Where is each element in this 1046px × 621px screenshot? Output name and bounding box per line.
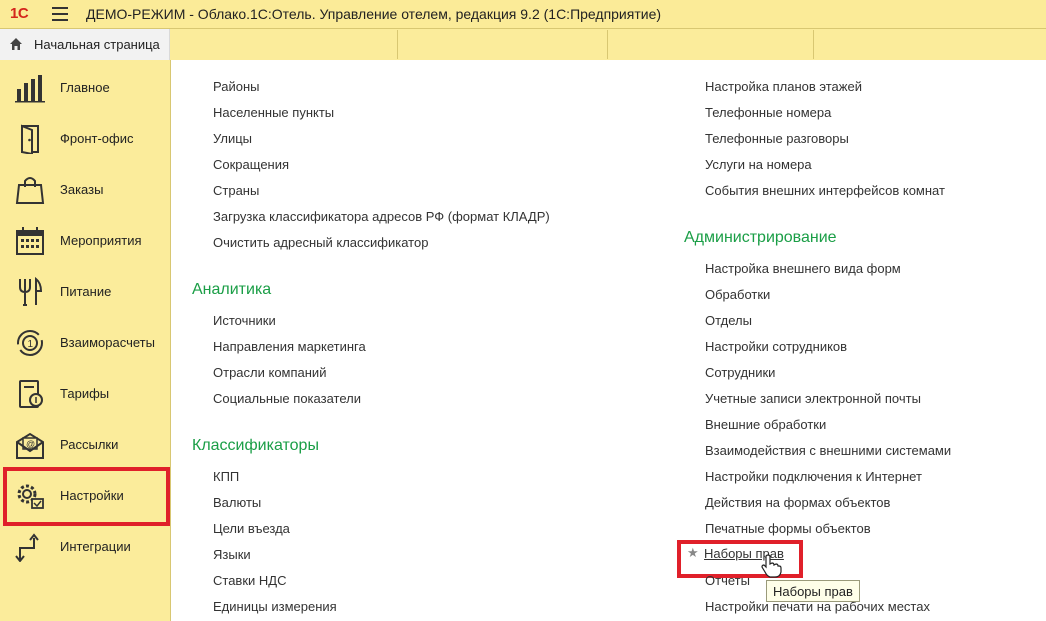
link-object-print-forms[interactable]: Печатные формы объектов <box>705 521 871 536</box>
shopping-bag-icon <box>15 177 45 204</box>
link-units-of-measure[interactable]: Единицы измерения <box>213 599 337 614</box>
sidebar-item-integrations[interactable]: Интеграции <box>0 521 170 572</box>
link-internet-connection[interactable]: Настройки подключения к Интернет <box>705 469 922 484</box>
calendar-icon <box>16 227 44 255</box>
home-icon <box>10 38 22 50</box>
link-clear-address-classifier[interactable]: Очистить адресный классификатор <box>213 235 428 250</box>
tariff-document-icon <box>19 380 43 408</box>
bar-chart-icon <box>15 75 45 103</box>
selected-item-highlight-frame <box>3 467 170 526</box>
link-districts[interactable]: Районы <box>213 79 259 94</box>
sidebar-item-label: Питание <box>60 284 112 299</box>
link-employees[interactable]: Сотрудники <box>705 365 775 380</box>
link-room-interface-events[interactable]: События внешних интерфейсов комнат <box>705 183 945 198</box>
link-languages[interactable]: Языки <box>213 547 251 562</box>
link-kpp[interactable]: КПП <box>213 469 239 484</box>
link-social-indicators[interactable]: Социальные показатели <box>213 391 361 406</box>
tab-divider <box>607 30 608 59</box>
link-departments[interactable]: Отделы <box>705 313 752 328</box>
window-title: ДЕМО-РЕЖИМ - Облако.1С:Отель. Управление… <box>86 6 662 22</box>
svg-text:1: 1 <box>28 339 34 350</box>
link-streets[interactable]: Улицы <box>213 131 252 146</box>
link-settlements[interactable]: Населенные пункты <box>213 105 334 120</box>
sidebar-item-label: Рассылки <box>60 437 119 452</box>
link-company-industries[interactable]: Отрасли компаний <box>213 365 326 380</box>
link-vat-rates[interactable]: Ставки НДС <box>213 573 286 588</box>
sidebar-item-orders[interactable]: Заказы <box>0 164 170 215</box>
sidebar-item-label: Фронт-офис <box>60 131 134 146</box>
sidebar-item-label: Взаиморасчеты <box>60 335 155 350</box>
integration-arrows-icon <box>15 533 39 562</box>
sidebar-item-mailings[interactable]: @ Рассылки <box>0 419 170 470</box>
group-title-analytics: Аналитика <box>192 281 272 298</box>
link-currencies[interactable]: Валюты <box>213 495 261 510</box>
door-icon <box>21 124 39 154</box>
link-sources[interactable]: Источники <box>213 313 276 328</box>
sidebar-item-label: Тарифы <box>60 386 110 401</box>
cutlery-icon <box>19 277 43 306</box>
sidebar-item-settlements[interactable]: 1 Взаиморасчеты <box>0 317 170 368</box>
sidebar-item-front-office[interactable]: Фронт-офис <box>0 113 170 164</box>
sidebar-item-events[interactable]: Мероприятия <box>0 215 170 266</box>
sidebar-item-main[interactable]: Главное <box>0 62 170 113</box>
group-title-administration: Администрирование <box>684 229 837 246</box>
link-floor-plans[interactable]: Настройка планов этажей <box>705 79 862 94</box>
tab-home[interactable]: Начальная страница <box>0 29 170 60</box>
link-external-processors[interactable]: Внешние обработки <box>705 417 826 432</box>
link-reports[interactable]: Отчеты <box>705 573 750 588</box>
section-sidebar: Главное Фронт-офис Заказы Мероприятия Пи… <box>0 60 171 621</box>
hand-pointer-cursor-icon <box>761 554 782 578</box>
sidebar-item-label: Интеграции <box>60 539 131 554</box>
sidebar-item-catering[interactable]: Питание <box>0 266 170 317</box>
tab-divider <box>397 30 398 59</box>
link-phone-numbers[interactable]: Телефонные номера <box>705 105 831 120</box>
mail-envelope-icon: @ <box>16 432 44 459</box>
tab-divider <box>813 30 814 59</box>
link-email-accounts[interactable]: Учетные записи электронной почты <box>705 391 921 406</box>
tab-home-label: Начальная страница <box>34 37 160 52</box>
title-bar: 1С ДЕМО-РЕЖИМ - Облако.1С:Отель. Управле… <box>0 0 1046 29</box>
menu-hamburger-icon[interactable] <box>52 7 68 21</box>
group-title-classifiers: Классификаторы <box>192 437 319 454</box>
link-room-services[interactable]: Услуги на номера <box>705 157 812 172</box>
link-abbreviations[interactable]: Сокращения <box>213 157 289 172</box>
sidebar-item-tariffs[interactable]: Тарифы <box>0 368 170 419</box>
sidebar-item-label: Заказы <box>60 182 104 197</box>
link-data-processors[interactable]: Обработки <box>705 287 770 302</box>
tooltip: Наборы прав <box>766 580 860 602</box>
link-entry-purposes[interactable]: Цели въезда <box>213 521 290 536</box>
1c-logo: 1С <box>10 5 29 22</box>
link-phone-calls[interactable]: Телефонные разговоры <box>705 131 849 146</box>
link-external-systems[interactable]: Взаимодействия с внешними системами <box>705 443 951 458</box>
link-kladr-import[interactable]: Загрузка классификатора адресов РФ (форм… <box>213 209 550 224</box>
sidebar-item-label: Мероприятия <box>60 233 142 248</box>
link-countries[interactable]: Страны <box>213 183 259 198</box>
sidebar-item-label: Главное <box>60 80 110 95</box>
link-employee-settings[interactable]: Настройки сотрудников <box>705 339 847 354</box>
link-form-appearance[interactable]: Настройка внешнего вида форм <box>705 261 901 276</box>
link-marketing-directions[interactable]: Направления маркетинга <box>213 339 366 354</box>
link-object-form-actions[interactable]: Действия на формах объектов <box>705 495 890 510</box>
settlement-cycle-icon: 1 <box>17 330 43 356</box>
